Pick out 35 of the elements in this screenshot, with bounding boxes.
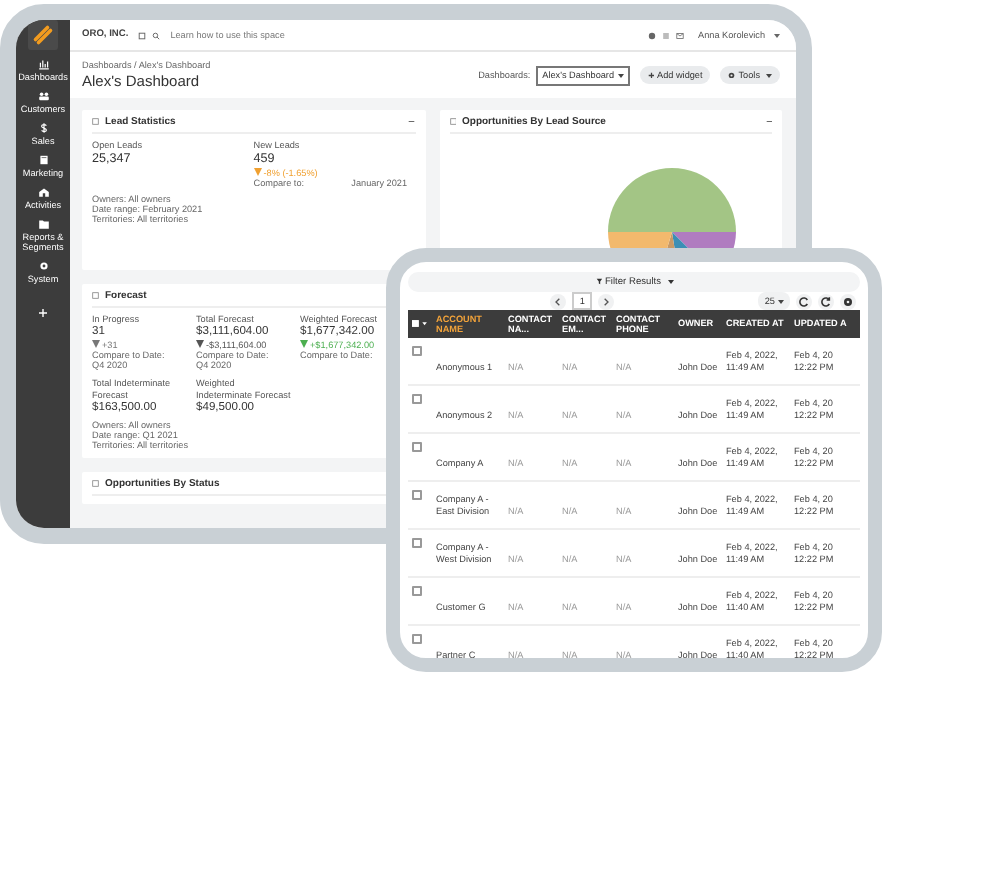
save-icon[interactable] [138, 31, 147, 39]
book-icon [37, 154, 49, 167]
select-all-checkbox[interactable] [412, 320, 428, 328]
widget-icon [92, 292, 99, 300]
mail-icon[interactable] [676, 31, 685, 39]
caret-icon [774, 33, 780, 37]
plus-icon[interactable] [38, 308, 48, 319]
chart-icon [37, 58, 49, 70]
row-checkbox[interactable] [412, 441, 422, 451]
row-checkbox[interactable] [412, 585, 422, 595]
refresh-icon[interactable] [796, 293, 812, 309]
row-checkbox[interactable] [412, 393, 422, 403]
folder-icon [37, 218, 49, 231]
caret-icon [766, 73, 772, 77]
caret-icon [617, 73, 624, 77]
next-page-icon[interactable] [598, 293, 615, 309]
people-icon [37, 90, 49, 103]
row-checkbox[interactable] [412, 633, 422, 643]
widget-icon [92, 480, 99, 488]
widget-icon [449, 118, 456, 126]
gear-icon [37, 260, 49, 273]
filter-icon [595, 278, 602, 286]
row-checkbox[interactable] [412, 537, 422, 547]
settings-icon[interactable] [840, 293, 856, 309]
row-checkbox[interactable] [412, 345, 422, 355]
gear-icon [728, 71, 736, 79]
row-checkbox[interactable] [412, 489, 422, 499]
dollar-icon [37, 122, 49, 135]
caret-icon [778, 299, 784, 303]
widget-icon [92, 118, 99, 126]
previous-page-icon[interactable] [549, 293, 566, 309]
house-icon [37, 186, 49, 199]
plus-icon [647, 71, 655, 79]
reset-icon[interactable] [818, 293, 834, 309]
search-icon[interactable] [152, 31, 161, 39]
